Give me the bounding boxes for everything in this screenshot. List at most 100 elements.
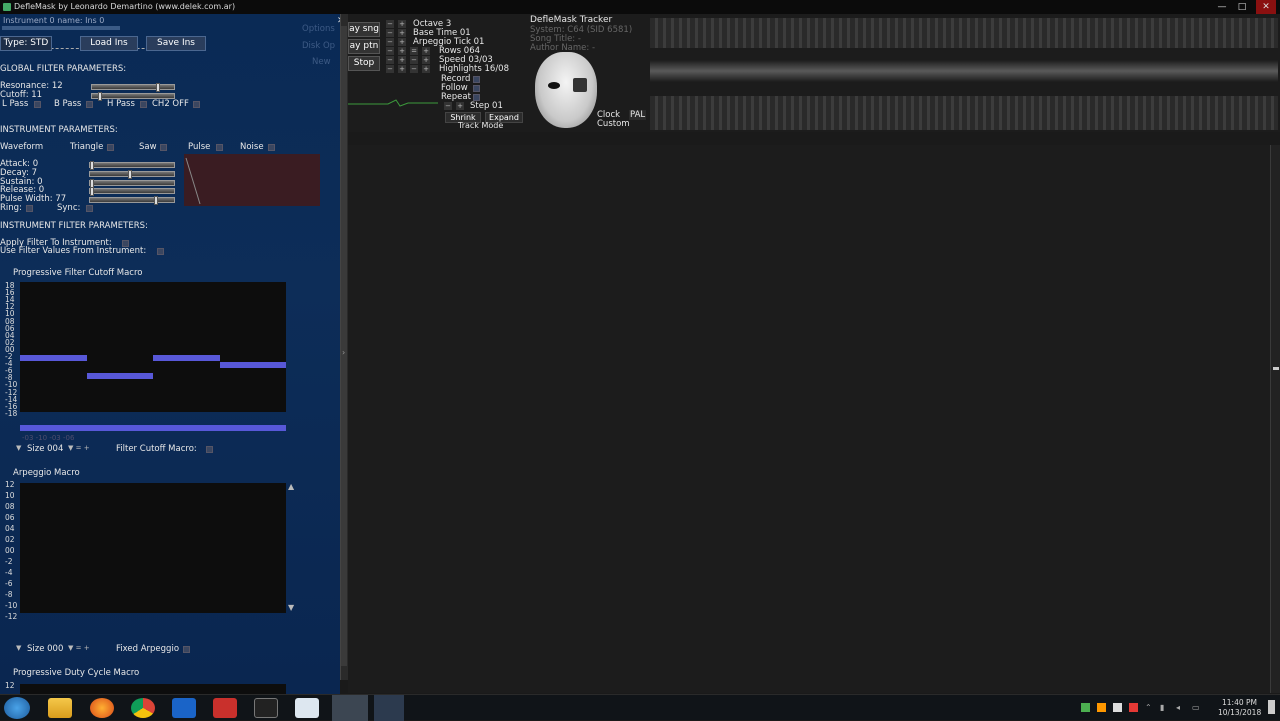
cutoff-size-increase-icon[interactable]: ▼ = + (68, 444, 90, 452)
duty-macro-graph[interactable] (20, 684, 286, 694)
step-plus-button[interactable]: + (456, 102, 464, 110)
tray-icon-4[interactable] (1129, 703, 1138, 712)
arp-tick-minus-button[interactable]: − (386, 38, 394, 46)
ring-checkbox[interactable] (26, 205, 33, 212)
bpass-checkbox[interactable] (86, 101, 93, 108)
volume-icon[interactable]: ◂ (1176, 703, 1185, 712)
notification-icon[interactable] (1268, 700, 1275, 714)
load-instrument-button[interactable]: Load Ins (80, 36, 138, 51)
cutoff-macro-bar[interactable] (20, 354, 87, 361)
stop-button[interactable]: Stop (348, 56, 380, 71)
minimize-button[interactable]: — (1212, 0, 1232, 14)
rows-plus-button[interactable]: + (398, 47, 406, 55)
cutoff-macro-bar[interactable] (219, 362, 286, 369)
highlight-minus-button[interactable]: − (386, 65, 394, 73)
release-slider-handle[interactable] (90, 187, 94, 196)
use-filter-values-checkbox[interactable] (157, 248, 164, 255)
network-icon[interactable]: ▮ (1160, 703, 1169, 712)
saw-checkbox[interactable] (160, 144, 167, 151)
notepad-icon[interactable] (295, 698, 319, 718)
ch2off-checkbox[interactable] (193, 101, 200, 108)
decay-slider-handle[interactable] (128, 170, 132, 179)
app-blue-icon[interactable] (172, 698, 196, 718)
pal-button[interactable]: PAL (629, 110, 647, 120)
hpass-checkbox[interactable] (140, 101, 147, 108)
cutoff-macro-checkbox[interactable] (206, 446, 213, 453)
custom-clock-button[interactable]: Custom (597, 119, 630, 129)
app-red-icon[interactable] (213, 698, 237, 718)
lpass-checkbox[interactable] (34, 101, 41, 108)
octave-plus-button[interactable]: + (398, 20, 406, 28)
clock-time[interactable]: 11:40 PM (1222, 698, 1257, 707)
arp-size-decrease-icon[interactable]: ▼ (16, 644, 21, 652)
triangle-checkbox[interactable] (107, 144, 114, 151)
release-slider[interactable] (89, 187, 175, 196)
type-selector[interactable]: Type: STD (0, 36, 52, 51)
editor-scrollbar[interactable]: › (340, 14, 348, 680)
windows-start-icon[interactable] (4, 697, 30, 719)
speed-minus-button[interactable]: − (386, 56, 394, 64)
play-song-button[interactable]: ay sng (348, 22, 380, 37)
chrome-icon[interactable] (131, 698, 155, 718)
attack-slider[interactable] (89, 161, 175, 170)
rows-minus-button[interactable]: − (386, 47, 394, 55)
pulse-checkbox[interactable] (216, 144, 223, 151)
attack-slider-handle[interactable] (90, 161, 94, 170)
repeat-checkbox[interactable] (473, 94, 480, 101)
speed2-plus-button[interactable]: + (422, 56, 430, 64)
cutoff-size-decrease-icon[interactable]: ▼ (16, 444, 21, 452)
step-minus-button[interactable]: − (444, 102, 452, 110)
sustain-slider[interactable] (89, 179, 175, 188)
track-mode-button[interactable]: Track Mode (458, 121, 503, 130)
tray-icon-3[interactable] (1113, 703, 1122, 712)
sync-checkbox[interactable] (86, 205, 93, 212)
pulse-width-slider[interactable] (89, 196, 175, 205)
arp-tick-plus-button[interactable]: + (398, 38, 406, 46)
play-pattern-button[interactable]: ay ptn (348, 39, 380, 54)
language-icon[interactable]: ▭ (1192, 703, 1201, 712)
clock-date[interactable]: 10/13/2018 (1218, 708, 1261, 717)
instrument-name-label[interactable]: Instrument 0 name: Ins 0 (3, 16, 104, 25)
cutoff-macro-bar[interactable] (86, 372, 153, 379)
deflemask-2-taskbar-icon[interactable] (374, 695, 404, 721)
maximize-button[interactable]: □ (1232, 0, 1252, 14)
resonance-slider[interactable] (91, 83, 175, 92)
tray-icon-1[interactable] (1081, 703, 1090, 712)
cutoff-macro-bar[interactable] (153, 354, 220, 361)
pulse-width-slider-handle[interactable] (154, 196, 158, 205)
author-name-field[interactable]: Author Name: - (530, 43, 595, 53)
firefox-icon[interactable] (90, 698, 114, 718)
record-checkbox[interactable] (473, 76, 480, 83)
decay-slider[interactable] (89, 170, 175, 179)
octave-minus-button[interactable]: − (386, 20, 394, 28)
noise-checkbox[interactable] (268, 144, 275, 151)
collapse-arrow-icon[interactable]: › (342, 348, 345, 357)
cutoff-macro-graph[interactable] (20, 282, 286, 412)
highlight2-minus-button[interactable]: − (410, 65, 418, 73)
speed2-minus-button[interactable]: − (410, 56, 418, 64)
arp-macro-graph[interactable] (20, 483, 286, 613)
pattern-scrollbar[interactable] (1270, 145, 1280, 693)
app-mask-icon[interactable] (254, 698, 278, 718)
save-instrument-button[interactable]: Save Ins (146, 36, 206, 51)
arp-scroll-down-icon[interactable]: ▼ (288, 603, 294, 612)
file-explorer-icon[interactable] (48, 698, 72, 718)
instrument-name-field[interactable] (2, 26, 120, 30)
tray-chevron-icon[interactable]: ⌃ (1145, 703, 1154, 712)
arp-size-increase-icon[interactable]: ▼ = + (68, 644, 90, 652)
pattern-editor[interactable] (348, 145, 1270, 693)
base-time-minus-button[interactable]: − (386, 29, 394, 37)
cutoff-macro-loop-bar[interactable] (20, 425, 286, 431)
cutoff-slider-handle[interactable] (98, 92, 102, 101)
resonance-slider-handle[interactable] (156, 83, 160, 92)
arp-scroll-up-icon[interactable]: ▲ (288, 482, 294, 491)
tray-icon-2[interactable] (1097, 703, 1106, 712)
base-time-plus-button[interactable]: + (398, 29, 406, 37)
pattern-scrollbar-thumb[interactable] (1273, 367, 1279, 370)
highlight2-plus-button[interactable]: + (422, 65, 430, 73)
rows-double-plus-button[interactable]: + (422, 47, 430, 55)
deflemask-taskbar-icon[interactable] (332, 695, 368, 721)
highlight-plus-button[interactable]: + (398, 65, 406, 73)
speed-plus-button[interactable]: + (398, 56, 406, 64)
editor-scrollbar-thumb[interactable] (341, 26, 347, 666)
